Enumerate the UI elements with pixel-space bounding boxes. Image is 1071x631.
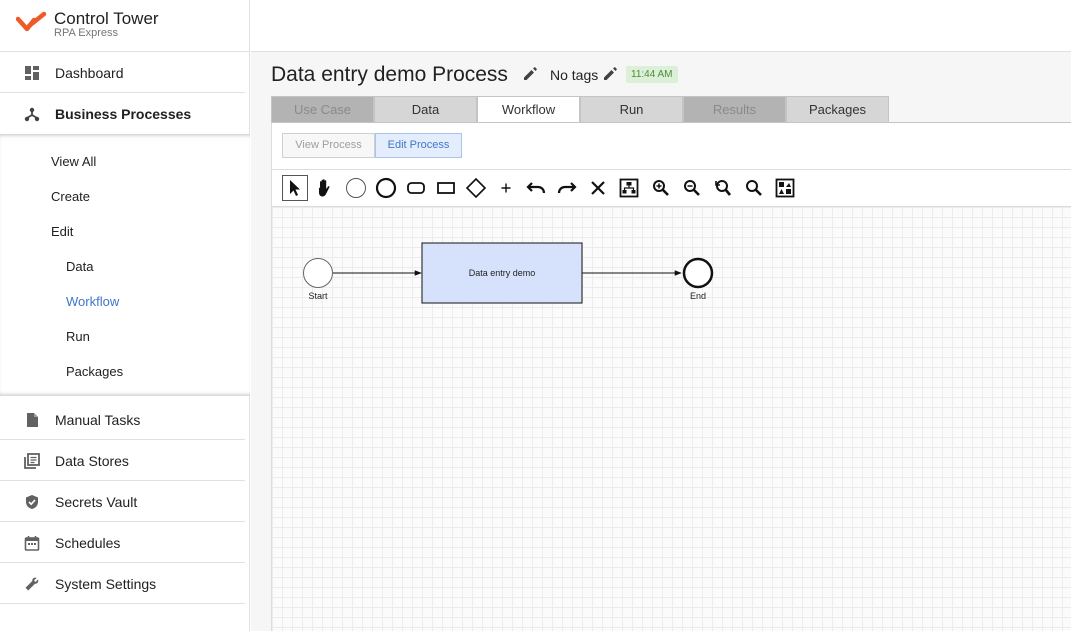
sidebar-item-label: Schedules <box>55 535 121 551</box>
undo-icon <box>526 182 546 194</box>
timestamp-badge: 11:44 AM <box>626 66 678 83</box>
sidebar-item-label: Secrets Vault <box>55 494 138 510</box>
sidebar-item-business-processes[interactable]: Business Processes <box>0 93 245 134</box>
app-title: Control Tower <box>54 9 159 28</box>
subprocess-tool[interactable] <box>433 175 459 201</box>
submenu-view-all[interactable]: View All <box>51 154 96 169</box>
end-event-label: End <box>689 291 706 301</box>
edit-tags-pencil-icon[interactable] <box>603 67 617 81</box>
app-logo[interactable]: Control Tower RPA Express <box>0 0 250 52</box>
gateway-icon <box>465 177 487 199</box>
top-bar <box>251 0 1071 52</box>
start-event-tool[interactable] <box>343 175 369 201</box>
tab-packages[interactable]: Packages <box>786 96 889 123</box>
hand-icon <box>319 179 330 197</box>
control-tower-logo-icon <box>16 11 47 32</box>
sidebar-item-secrets-vault[interactable]: Secrets Vault <box>0 481 245 522</box>
sidebar-item-data-stores[interactable]: Data Stores <box>0 440 245 481</box>
sidebar-item-label: System Settings <box>55 576 157 592</box>
calendar-icon <box>24 536 40 551</box>
file-icon <box>27 413 38 427</box>
start-event-node[interactable] <box>303 258 333 288</box>
auto-layout-button[interactable] <box>616 175 642 201</box>
edit-process-button[interactable]: Edit Process <box>375 133 462 158</box>
tags-label: No tags <box>550 67 599 83</box>
sidebar: Control Tower RPA Express Dashboard Busi… <box>0 0 250 631</box>
diagram-toolbar <box>272 169 1071 207</box>
zoom-out-icon <box>684 180 700 196</box>
sidebar-item-system-settings[interactable]: System Settings <box>0 563 245 604</box>
auto-layout-icon <box>619 178 639 198</box>
plus-icon <box>501 183 511 193</box>
zoom-reset-icon <box>715 180 732 196</box>
workflow-panel: View Process Edit Process Start Data ent… <box>271 123 1071 631</box>
dashboard-icon <box>25 66 39 80</box>
end-event-tool[interactable] <box>373 175 399 201</box>
submenu-data[interactable]: Data <box>66 259 93 274</box>
end-event-icon <box>375 177 397 199</box>
pointer-tool[interactable] <box>282 175 308 201</box>
process-icon <box>24 107 40 122</box>
edit-title-pencil-icon[interactable] <box>523 67 537 81</box>
submenu-create[interactable]: Create <box>51 189 90 204</box>
diagram-canvas[interactable]: Start Data entry demo End <box>272 207 1071 631</box>
add-tool[interactable] <box>493 175 519 201</box>
page-title: Data entry demo Process <box>271 63 508 86</box>
view-process-button[interactable]: View Process <box>282 133 375 158</box>
business-processes-submenu: View All Create Edit Data Workflow Run P… <box>0 134 250 396</box>
workflow-diagram <box>303 242 714 304</box>
tab-data[interactable]: Data <box>374 96 477 123</box>
export-image-button[interactable] <box>772 175 798 201</box>
start-event-label: Start <box>308 291 328 301</box>
app-subtitle: RPA Express <box>54 27 118 39</box>
tab-workflow[interactable]: Workflow <box>477 96 580 124</box>
delete-icon <box>591 181 605 195</box>
shield-icon <box>26 495 38 509</box>
sidebar-item-label: Dashboard <box>55 65 124 81</box>
submenu-edit[interactable]: Edit <box>51 224 73 239</box>
undo-button[interactable] <box>523 175 549 201</box>
redo-icon <box>557 182 577 194</box>
export-image-icon <box>775 178 795 198</box>
zoom-in-button[interactable] <box>648 175 674 201</box>
start-event-icon <box>346 178 366 198</box>
task-label: Data entry demo <box>468 268 536 278</box>
zoom-out-button[interactable] <box>679 175 705 201</box>
task-icon <box>407 182 425 194</box>
wrench-icon <box>25 577 39 591</box>
sidebar-item-label: Manual Tasks <box>55 412 141 428</box>
sidebar-item-schedules[interactable]: Schedules <box>0 522 245 563</box>
sidebar-item-label: Data Stores <box>55 453 129 469</box>
main-content: Data entry demo Process No tags 11:44 AM… <box>251 52 1071 631</box>
submenu-workflow[interactable]: Workflow <box>66 294 119 309</box>
tab-use-case[interactable]: Use Case <box>271 96 374 123</box>
submenu-packages[interactable]: Packages <box>66 364 123 379</box>
submenu-run[interactable]: Run <box>66 329 90 344</box>
redo-button[interactable] <box>554 175 580 201</box>
library-icon <box>24 453 40 469</box>
delete-button[interactable] <box>585 175 611 201</box>
sidebar-item-label: Business Processes <box>55 106 192 122</box>
tab-run[interactable]: Run <box>580 96 683 123</box>
sidebar-item-dashboard[interactable]: Dashboard <box>0 52 245 93</box>
zoom-in-icon <box>653 180 669 196</box>
gateway-tool[interactable] <box>463 175 489 201</box>
pointer-icon <box>290 180 300 196</box>
hand-tool[interactable] <box>312 175 338 201</box>
zoom-fit-icon <box>746 180 762 196</box>
task-tool[interactable] <box>403 175 429 201</box>
subprocess-icon <box>437 182 455 194</box>
zoom-reset-button[interactable] <box>710 175 736 201</box>
sidebar-item-manual-tasks[interactable]: Manual Tasks <box>0 399 245 440</box>
divider <box>0 603 245 604</box>
tab-results[interactable]: Results <box>683 96 786 123</box>
zoom-fit-button[interactable] <box>741 175 767 201</box>
end-event-node[interactable] <box>682 257 714 289</box>
